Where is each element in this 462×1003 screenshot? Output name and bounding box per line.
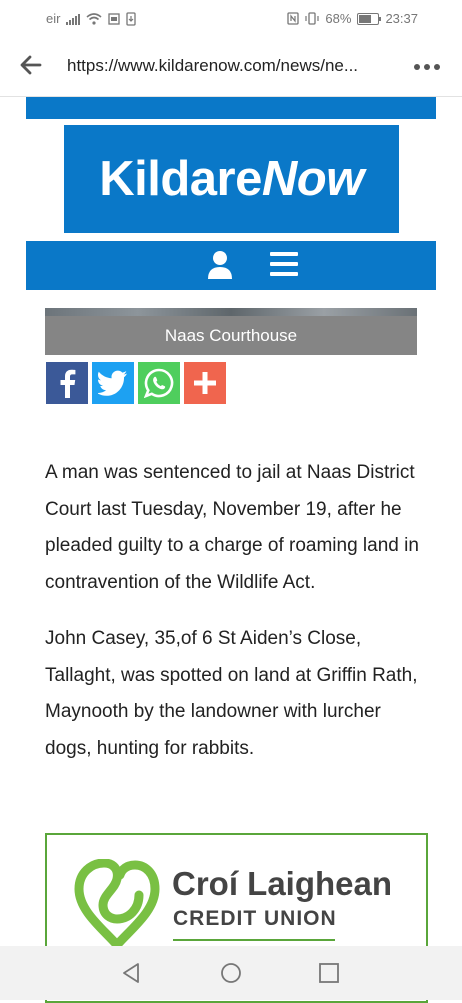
back-arrow-icon[interactable] bbox=[18, 52, 44, 78]
signal-icon bbox=[66, 13, 81, 25]
wifi-icon bbox=[86, 12, 102, 25]
ad-title: Croí Laighean bbox=[172, 865, 393, 902]
battery-percent: 68% bbox=[325, 11, 352, 26]
battery-icon bbox=[357, 12, 382, 25]
nfc-icon bbox=[287, 12, 300, 25]
ad-subtitle: CREDIT UNION bbox=[173, 907, 337, 930]
carrier-label: eir bbox=[46, 11, 61, 26]
sim-icon bbox=[108, 12, 121, 25]
url-field[interactable]: https://www.kildarenow.com/news/ne... bbox=[67, 56, 387, 76]
photo-caption: Naas Courthouse bbox=[45, 316, 417, 355]
header-top-band bbox=[26, 97, 436, 119]
twitter-share-button[interactable] bbox=[92, 362, 134, 404]
article-paragraph: A man was sentenced to jail at Naas Dist… bbox=[45, 462, 419, 593]
logo-text-kildare: Kildare bbox=[99, 152, 262, 206]
status-bar: eir 68% 23:37 bbox=[0, 0, 462, 36]
twitter-icon bbox=[98, 370, 127, 396]
facebook-icon bbox=[60, 369, 76, 398]
system-nav-bar bbox=[0, 946, 462, 1000]
more-share-button[interactable] bbox=[184, 362, 226, 404]
share-buttons bbox=[46, 362, 226, 404]
article-paragraph: John Casey, 35,of 6 St Aiden’s Close, Ta… bbox=[45, 628, 418, 759]
plus-icon bbox=[194, 372, 216, 394]
home-circle-icon[interactable] bbox=[220, 962, 242, 984]
whatsapp-icon bbox=[144, 368, 174, 398]
heart-logo-icon bbox=[74, 859, 160, 949]
download-icon bbox=[126, 11, 137, 26]
whatsapp-share-button[interactable] bbox=[138, 362, 180, 404]
article-photo bbox=[45, 308, 417, 316]
facebook-share-button[interactable] bbox=[46, 362, 88, 404]
logo-text-now: Now bbox=[261, 152, 364, 206]
menu-icon[interactable] bbox=[270, 251, 298, 277]
ad-divider bbox=[173, 939, 335, 941]
article-body: A man was sentenced to jail at Naas Dist… bbox=[45, 455, 420, 787]
browser-address-bar: https://www.kildarenow.com/news/ne... bbox=[0, 36, 462, 97]
site-logo[interactable]: Kildare Now bbox=[64, 125, 399, 233]
site-nav-bar bbox=[26, 241, 436, 290]
recents-square-icon[interactable] bbox=[318, 962, 340, 984]
more-options-icon[interactable] bbox=[414, 64, 440, 70]
vibrate-icon bbox=[305, 12, 320, 25]
back-triangle-icon[interactable] bbox=[120, 962, 142, 984]
user-icon[interactable] bbox=[207, 250, 233, 280]
clock: 23:37 bbox=[385, 11, 418, 26]
